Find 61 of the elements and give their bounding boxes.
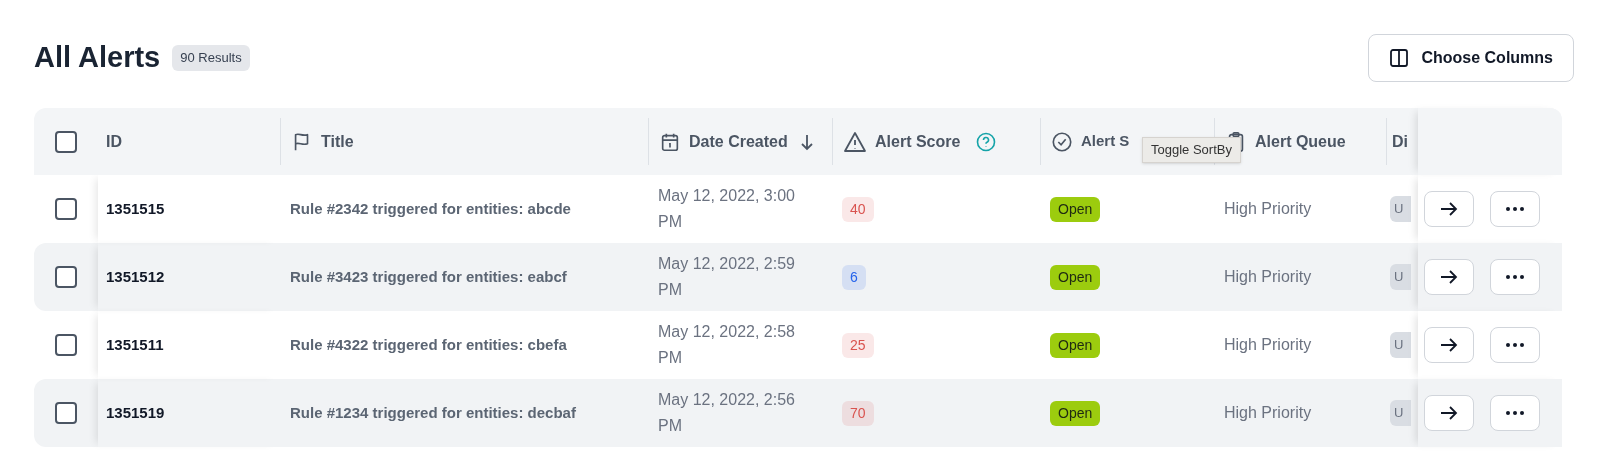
checkbox[interactable] xyxy=(55,402,77,424)
more-icon xyxy=(1506,343,1524,347)
alert-id: 1351515 xyxy=(106,198,165,219)
status-badge: Open xyxy=(1050,332,1101,358)
date-created: May 12, 2022, 2:56 PM xyxy=(658,390,796,436)
checkbox[interactable] xyxy=(55,334,77,356)
column-header[interactable]: Title xyxy=(321,129,354,154)
alert-queue: High Priority xyxy=(1224,199,1312,219)
tag-chip: U xyxy=(1390,264,1412,290)
status-badge: Open xyxy=(1050,400,1101,426)
checkbox[interactable] xyxy=(55,198,77,220)
results-count: 90 Results xyxy=(172,45,250,71)
column-header[interactable]: Alert Queue xyxy=(1255,129,1346,154)
sort-down-icon[interactable] xyxy=(799,132,814,151)
date-created: May 12, 2022, 2:58 PM xyxy=(658,322,796,368)
score-label: 40 xyxy=(842,196,874,222)
arrow-right-icon xyxy=(1440,405,1458,421)
help-icon[interactable] xyxy=(976,131,997,152)
tag-chip: U xyxy=(1390,332,1412,358)
status-badge: Open xyxy=(1050,264,1101,290)
alert-title-link[interactable]: Rule #1234 triggered for entities: decbaf xyxy=(290,401,576,425)
choose-columns-button[interactable]: Choose Columns xyxy=(1368,34,1574,82)
alert-id: 1351511 xyxy=(106,334,164,355)
warning-icon xyxy=(843,130,867,153)
alert-title-link[interactable]: Rule #3423 triggered for entities: eabcf xyxy=(290,265,567,289)
date-created: May 12, 2022, 3:00 PM xyxy=(658,186,796,232)
checkbox[interactable] xyxy=(55,130,77,153)
more-icon xyxy=(1506,207,1524,211)
open-alert-button[interactable] xyxy=(1424,259,1474,295)
alert-id: 1351519 xyxy=(106,402,165,423)
date-created: May 12, 2022, 2:59 PM xyxy=(658,254,796,300)
open-alert-button[interactable] xyxy=(1424,191,1474,227)
open-alert-button[interactable] xyxy=(1424,327,1474,363)
alert-title-link[interactable]: Rule #2342 triggered for entities: abcde xyxy=(290,197,571,221)
alert-queue: High Priority xyxy=(1224,403,1312,423)
column-header[interactable]: Di xyxy=(1392,129,1408,154)
alert-title-link[interactable]: Rule #4322 triggered for entities: cbefa xyxy=(290,333,567,357)
status-badge: Open xyxy=(1050,196,1101,222)
alert-id: 1351512 xyxy=(106,266,165,287)
more-icon xyxy=(1506,411,1524,415)
score-label: 70 xyxy=(842,400,874,426)
column-header[interactable]: Alert Score xyxy=(875,129,961,154)
arrow-right-icon xyxy=(1440,269,1458,285)
column-header[interactable]: Date Created xyxy=(689,129,788,154)
alert-queue: High Priority xyxy=(1224,267,1312,287)
score-label: 6 xyxy=(842,264,866,290)
tag-chip: U xyxy=(1390,400,1412,426)
tooltip: Toggle SortBy xyxy=(1142,137,1241,163)
score-label: 25 xyxy=(842,332,874,358)
tag-chip: U xyxy=(1390,196,1412,222)
column-header[interactable]: Alert S xyxy=(1081,130,1130,153)
arrow-right-icon xyxy=(1440,337,1458,353)
column-header[interactable]: ID xyxy=(106,129,122,154)
open-alert-button[interactable] xyxy=(1424,395,1474,431)
checkbox[interactable] xyxy=(55,266,77,288)
check-circle-icon xyxy=(1051,130,1073,153)
arrow-right-icon xyxy=(1440,201,1458,217)
more-icon xyxy=(1506,275,1524,279)
page-title: All Alerts xyxy=(34,40,161,76)
alert-queue: High Priority xyxy=(1224,335,1312,355)
columns-icon xyxy=(1389,48,1410,68)
